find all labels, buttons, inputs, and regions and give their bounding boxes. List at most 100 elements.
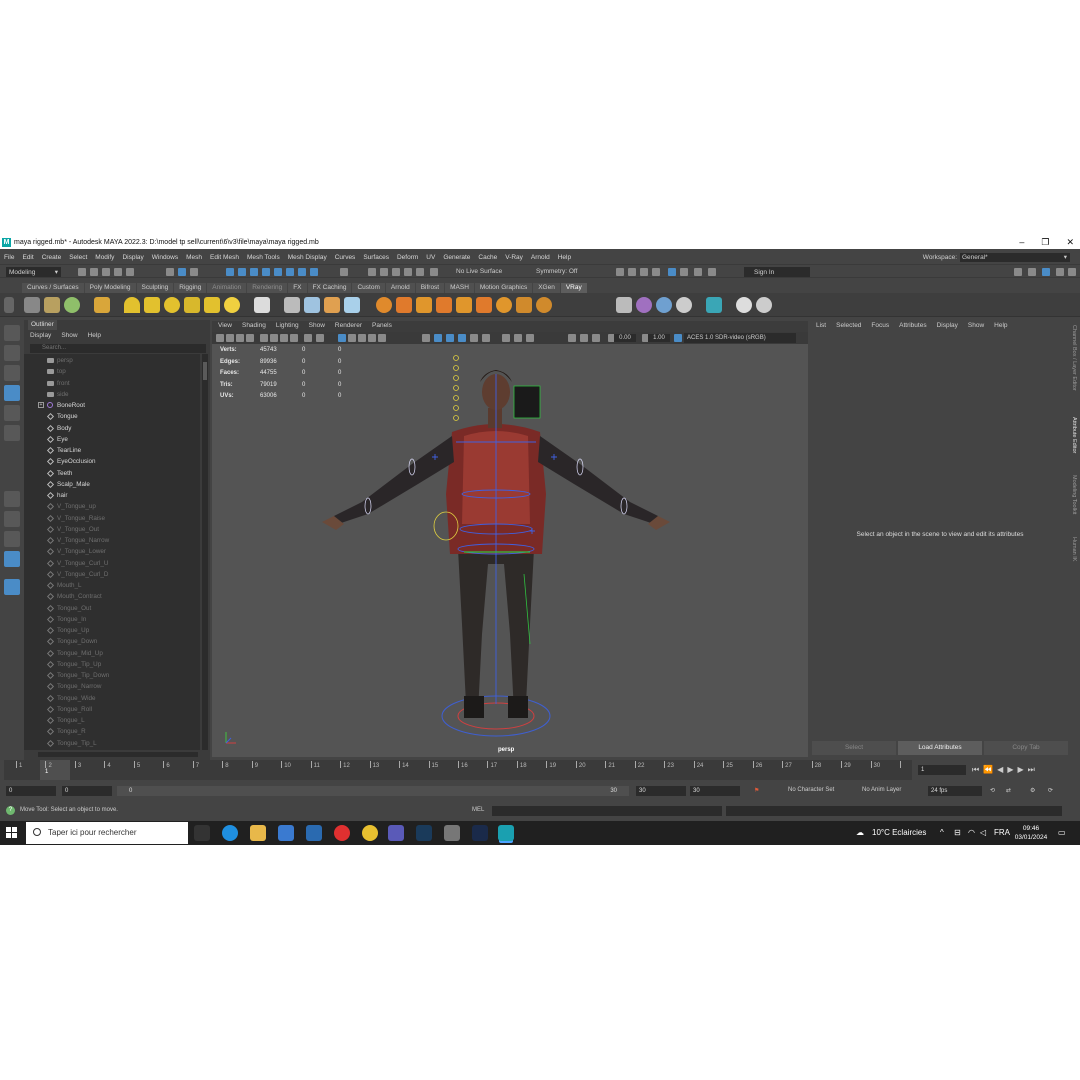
outliner-item[interactable]: Tongue_Out bbox=[24, 603, 200, 614]
layout-icon[interactable] bbox=[1056, 268, 1064, 276]
safe-action-icon[interactable] bbox=[304, 334, 312, 342]
anim-end-field[interactable]: 30 bbox=[636, 786, 686, 796]
command-input[interactable] bbox=[492, 806, 722, 816]
shelf-tab-sculpting[interactable]: Sculpting bbox=[136, 283, 174, 293]
grass-icon[interactable] bbox=[416, 297, 432, 313]
lightmix-icon[interactable] bbox=[676, 297, 692, 313]
outliner-item[interactable]: Tongue_Tip_Down bbox=[24, 670, 200, 681]
exposure-icon[interactable] bbox=[568, 334, 576, 342]
hypershade-icon[interactable] bbox=[668, 268, 676, 276]
time-slider[interactable]: 1 1 2 3 4 5 6 7 8 9 10 11 12 13 14 15 16 17 18 19 20 21 22 23 2… bbox=[4, 760, 912, 780]
outliner-item[interactable]: hair bbox=[24, 490, 200, 501]
shelf-tab-rigging[interactable]: Rigging bbox=[174, 283, 207, 293]
menu-select[interactable]: Select bbox=[69, 254, 87, 261]
outliner-item[interactable]: V_Tongue_Curl_U bbox=[24, 558, 200, 569]
sun-light-icon[interactable] bbox=[224, 297, 240, 313]
auto-key-icon[interactable]: ⚑ bbox=[754, 787, 759, 794]
menu-modify[interactable]: Modify bbox=[95, 254, 114, 261]
ipr-icon[interactable] bbox=[44, 297, 60, 313]
snap-edge-icon[interactable] bbox=[298, 268, 306, 276]
snap-surface-icon[interactable] bbox=[274, 268, 282, 276]
script-language-toggle[interactable]: MEL bbox=[472, 807, 484, 813]
paint-select-tool-icon[interactable] bbox=[4, 365, 20, 381]
step-back-key-icon[interactable]: ⏪ bbox=[983, 765, 993, 775]
menu-edit-mesh[interactable]: Edit Mesh bbox=[210, 254, 239, 261]
gate-mask-icon[interactable] bbox=[280, 334, 288, 342]
maya-taskbar-icon[interactable] bbox=[498, 825, 514, 841]
menu-mesh[interactable]: Mesh bbox=[186, 254, 202, 261]
outliner-item[interactable]: V_Tongue_up bbox=[24, 501, 200, 512]
outliner-item[interactable]: front bbox=[24, 378, 200, 389]
network-icon[interactable]: ⊟ bbox=[954, 828, 961, 837]
vray-render-icon[interactable] bbox=[64, 297, 80, 313]
open-scene-icon[interactable] bbox=[90, 268, 98, 276]
ies-light-icon[interactable] bbox=[204, 297, 220, 313]
menu-mesh-display[interactable]: Mesh Display bbox=[288, 254, 327, 261]
volume-icon[interactable] bbox=[344, 297, 360, 313]
outliner-item[interactable]: Tongue_L bbox=[24, 715, 200, 726]
motion-blur-icon[interactable] bbox=[470, 334, 478, 342]
magnet-icon[interactable] bbox=[404, 268, 412, 276]
menu-display[interactable]: Display bbox=[122, 254, 143, 261]
new-scene-icon[interactable] bbox=[78, 268, 86, 276]
shelf-tab-poly-modeling[interactable]: Poly Modeling bbox=[84, 283, 136, 293]
virtual-machine-icon[interactable] bbox=[444, 825, 460, 841]
lasso-tool-icon[interactable] bbox=[4, 345, 20, 361]
select-hierarchy-icon[interactable] bbox=[166, 268, 174, 276]
attr-menu-attributes[interactable]: Attributes bbox=[899, 322, 926, 329]
preferences-icon[interactable]: ⚙ bbox=[1030, 787, 1035, 794]
menu-create[interactable]: Create bbox=[42, 254, 62, 261]
outliner-item[interactable]: top bbox=[24, 366, 200, 377]
save-scene-icon[interactable] bbox=[102, 268, 110, 276]
step-forward-frame-icon[interactable]: ▶ bbox=[1017, 765, 1023, 775]
lock-icon[interactable] bbox=[1068, 268, 1076, 276]
snap-view-icon[interactable] bbox=[262, 268, 270, 276]
menu-mesh-tools[interactable]: Mesh Tools bbox=[247, 254, 280, 261]
textured-icon[interactable] bbox=[422, 334, 430, 342]
exposure-field[interactable]: 0.00 bbox=[614, 334, 636, 342]
outliner-item[interactable]: Mouth_Contract bbox=[24, 591, 200, 602]
menu-file[interactable]: File bbox=[4, 254, 14, 261]
outliner-item[interactable]: V_Tongue_Out bbox=[24, 524, 200, 535]
menu-deform[interactable]: Deform bbox=[397, 254, 418, 261]
four-view-icon[interactable] bbox=[4, 511, 20, 527]
color-space-dropdown[interactable]: ACES 1.0 SDR-video (sRGB) bbox=[684, 333, 796, 343]
outliner-item[interactable]: Tongue_Tip_Up bbox=[24, 659, 200, 670]
outliner-menu-show[interactable]: Show bbox=[61, 332, 77, 339]
layout-icon[interactable] bbox=[1042, 268, 1050, 276]
menu-help[interactable]: Help bbox=[558, 254, 571, 261]
wifi-icon[interactable]: ◠ bbox=[968, 828, 975, 837]
magnet-icon[interactable] bbox=[380, 268, 388, 276]
input-language[interactable]: FRA bbox=[994, 828, 1010, 837]
resolution-gate-icon[interactable] bbox=[270, 334, 278, 342]
scene-icon[interactable] bbox=[324, 297, 340, 313]
menu-edit[interactable]: Edit bbox=[22, 254, 33, 261]
shelf-tab-curves-surfaces[interactable]: Curves / Surfaces bbox=[22, 283, 84, 293]
settings-gear-icon[interactable] bbox=[536, 297, 552, 313]
displacement-icon[interactable] bbox=[476, 297, 492, 313]
file-explorer-icon[interactable] bbox=[250, 825, 266, 841]
snap-vertex-icon[interactable] bbox=[286, 268, 294, 276]
select-button[interactable]: Select bbox=[812, 741, 896, 755]
antialiasing-icon[interactable] bbox=[482, 334, 490, 342]
viewport-menu-renderer[interactable]: Renderer bbox=[335, 322, 362, 329]
outliner-item[interactable]: Body bbox=[24, 423, 200, 434]
outliner-item[interactable]: Tongue_Narrow bbox=[24, 681, 200, 692]
camera-attributes-icon[interactable] bbox=[216, 334, 224, 342]
material-icon[interactable] bbox=[496, 297, 512, 313]
grid-icon[interactable] bbox=[456, 297, 472, 313]
outliner-item[interactable]: Tongue_Down bbox=[24, 636, 200, 647]
microsoft-store-icon[interactable] bbox=[278, 825, 294, 841]
film-gate-icon[interactable] bbox=[260, 334, 268, 342]
character-set-dropdown[interactable]: No Character Set bbox=[788, 787, 834, 793]
depth-of-field-icon[interactable] bbox=[502, 334, 510, 342]
rotate-tool-icon[interactable] bbox=[4, 405, 20, 421]
smooth-shade-icon[interactable] bbox=[348, 334, 356, 342]
rect-light-icon[interactable] bbox=[144, 297, 160, 313]
mesh-light-icon[interactable] bbox=[184, 297, 200, 313]
playback-speed-icon[interactable]: ⇄ bbox=[1006, 787, 1011, 794]
current-frame-field[interactable]: 1 bbox=[918, 765, 966, 775]
dome-light-icon[interactable] bbox=[124, 297, 140, 313]
viewport-menu-show[interactable]: Show bbox=[309, 322, 325, 329]
default-material-icon[interactable] bbox=[358, 334, 366, 342]
